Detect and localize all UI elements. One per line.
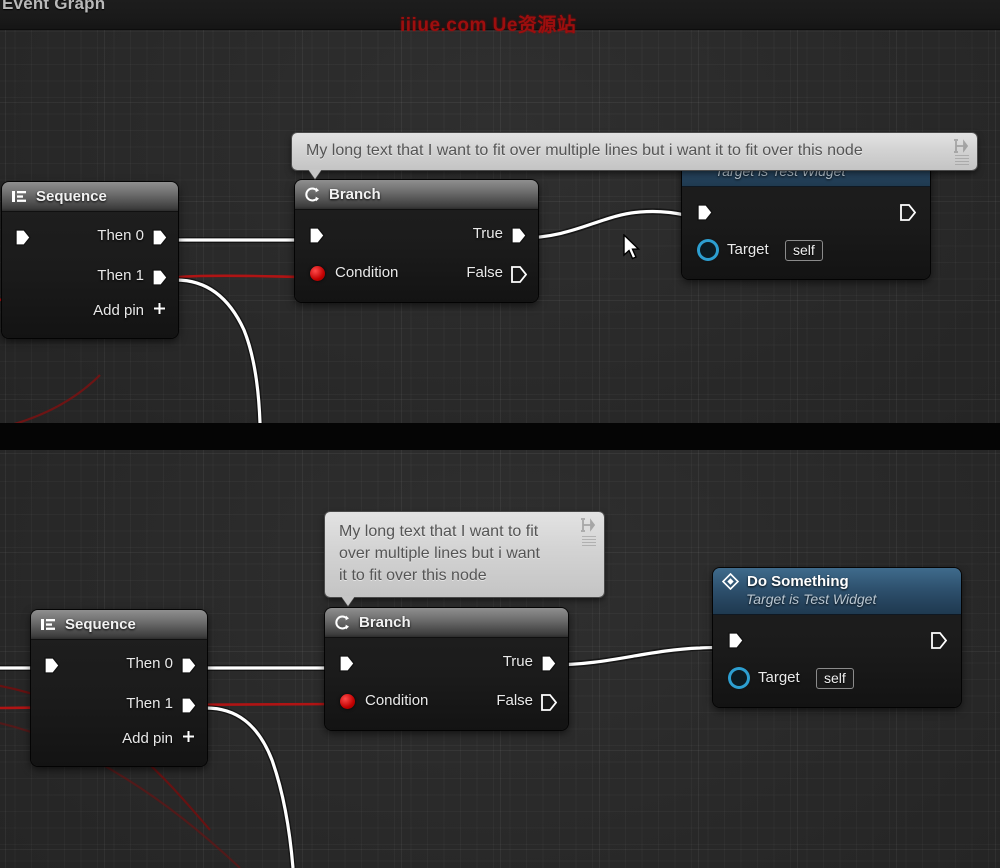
comment-text: My long text that I want to fit over mul… xyxy=(325,512,604,596)
pushpin-icon[interactable] xyxy=(580,518,597,532)
pin-label-then-1: Then 1 xyxy=(126,695,173,712)
pin-row-condition-false[interactable]: Condition False xyxy=(295,256,538,292)
sequence-icon xyxy=(40,616,57,633)
resize-grip-icon[interactable] xyxy=(955,155,969,166)
node-title: Branch xyxy=(359,614,411,631)
target-self-value[interactable]: self xyxy=(785,240,823,261)
watermark-text: iiiue.com Ue资源站 xyxy=(400,10,576,37)
comment-tail xyxy=(341,596,355,606)
node-title: Do Something xyxy=(747,573,849,590)
pushpin-icon[interactable] xyxy=(953,139,970,153)
node-branch-bottom[interactable]: Branch True Condition False xyxy=(325,608,568,730)
pin-row-condition-false[interactable]: Condition False xyxy=(325,684,568,720)
exec-out-pin-true[interactable] xyxy=(510,226,527,245)
exec-out-pin[interactable] xyxy=(930,631,947,650)
pin-label-target: Target xyxy=(758,669,800,686)
pin-row-target[interactable]: Target self xyxy=(682,235,930,269)
page-title: Event Graph xyxy=(0,0,105,18)
pin-label-then-0: Then 0 xyxy=(97,227,144,244)
node-body: Then 0 Then 1 Add pin xyxy=(2,212,178,338)
object-in-pin-target[interactable] xyxy=(731,670,747,686)
pin-row-add-pin[interactable]: Add pin xyxy=(31,726,207,756)
exec-out-pin-then-0[interactable] xyxy=(180,656,197,675)
pin-row-then-1[interactable]: Then 1 xyxy=(2,258,178,298)
bool-in-pin-condition[interactable] xyxy=(340,694,355,709)
pin-row-target[interactable]: Target self xyxy=(713,663,961,697)
object-in-pin-target[interactable] xyxy=(700,242,716,258)
node-subtitle: Target is Test Widget xyxy=(746,591,952,607)
exec-in-pin[interactable] xyxy=(308,226,325,245)
exec-out-pin-false[interactable] xyxy=(510,265,527,284)
exec-out-pin-true[interactable] xyxy=(540,654,557,673)
comment-bubble-bottom[interactable]: My long text that I want to fit over mul… xyxy=(325,512,604,597)
exec-in-pin[interactable] xyxy=(338,654,355,673)
pin-label-target: Target xyxy=(727,241,769,258)
node-title: Branch xyxy=(329,186,381,203)
pin-label-condition: Condition xyxy=(335,264,398,281)
pin-row-exec-in[interactable]: Then 0 xyxy=(2,218,178,258)
pin-label-then-1: Then 1 xyxy=(97,267,144,284)
node-sequence-top[interactable]: Sequence Then 0 Then 1 xyxy=(2,182,178,338)
sequence-icon xyxy=(11,188,28,205)
blueprint-graph-screenshot: Event Graph iiiue.com Ue资源站 Sequence xyxy=(0,0,1000,868)
bool-in-pin-condition[interactable] xyxy=(310,266,325,281)
node-body: Then 0 Then 1 Add pin xyxy=(31,640,207,766)
exec-in-pin[interactable] xyxy=(696,203,713,222)
pin-label-condition: Condition xyxy=(365,692,428,709)
node-body: Target self xyxy=(682,187,930,279)
exec-out-pin[interactable] xyxy=(899,203,916,222)
target-self-value[interactable]: self xyxy=(816,668,854,689)
comment-bubble-top[interactable]: My long text that I want to fit over mul… xyxy=(292,133,977,170)
comment-tail xyxy=(308,169,322,179)
plus-icon[interactable] xyxy=(151,301,168,323)
node-titlebar[interactable]: Sequence xyxy=(2,182,178,212)
pin-row-exec-in[interactable]: Then 0 xyxy=(31,646,207,686)
exec-out-pin-then-0[interactable] xyxy=(151,228,168,247)
node-titlebar[interactable]: Do Something Target is Test Widget xyxy=(713,568,961,615)
pin-label-then-0: Then 0 xyxy=(126,655,173,672)
pin-label-false: False xyxy=(466,264,503,281)
exec-out-pin-then-1[interactable] xyxy=(180,696,197,715)
graph-panel-top[interactable]: Event Graph iiiue.com Ue资源站 Sequence xyxy=(0,0,1000,423)
node-titlebar[interactable]: Branch xyxy=(295,180,538,210)
pin-row-then-1[interactable]: Then 1 xyxy=(31,686,207,726)
branch-icon xyxy=(334,614,351,631)
node-title: Sequence xyxy=(65,616,136,633)
pin-label-false: False xyxy=(496,692,533,709)
node-titlebar[interactable]: Branch xyxy=(325,608,568,638)
pin-row-exec[interactable] xyxy=(682,195,930,235)
exec-in-pin[interactable] xyxy=(43,656,60,675)
node-titlebar[interactable]: Sequence xyxy=(31,610,207,640)
add-pin-label: Add pin xyxy=(93,302,144,319)
exec-in-pin[interactable] xyxy=(14,228,31,247)
exec-out-pin-false[interactable] xyxy=(540,693,557,712)
pin-label-true: True xyxy=(503,653,533,670)
comment-text: My long text that I want to fit over mul… xyxy=(292,133,977,171)
node-title-row: Do Something xyxy=(722,573,952,590)
add-pin-label: Add pin xyxy=(122,730,173,747)
node-branch-top[interactable]: Branch True Condition False xyxy=(295,180,538,302)
branch-icon xyxy=(304,186,321,203)
pin-row-exec-in-true[interactable]: True xyxy=(325,644,568,684)
node-sequence-bottom[interactable]: Sequence Then 0 Then 1 xyxy=(31,610,207,766)
node-body: True Condition False xyxy=(295,210,538,302)
exec-in-pin[interactable] xyxy=(727,631,744,650)
exec-out-pin-then-1[interactable] xyxy=(151,268,168,287)
node-title: Sequence xyxy=(36,188,107,205)
pin-label-true: True xyxy=(473,225,503,242)
pin-row-exec-in-true[interactable]: True xyxy=(295,216,538,256)
graph-panel-bottom[interactable]: Sequence Then 0 Then 1 xyxy=(0,450,1000,868)
pin-row-exec[interactable] xyxy=(713,623,961,663)
plus-icon[interactable] xyxy=(180,729,197,751)
node-do-something-bottom[interactable]: Do Something Target is Test Widget Targe… xyxy=(713,568,961,707)
pin-row-add-pin[interactable]: Add pin xyxy=(2,298,178,328)
node-body: Target self xyxy=(713,615,961,707)
function-diamond-icon xyxy=(722,573,739,590)
node-body: True Condition False xyxy=(325,638,568,730)
resize-grip-icon[interactable] xyxy=(582,536,596,547)
panel-divider xyxy=(0,423,1000,450)
